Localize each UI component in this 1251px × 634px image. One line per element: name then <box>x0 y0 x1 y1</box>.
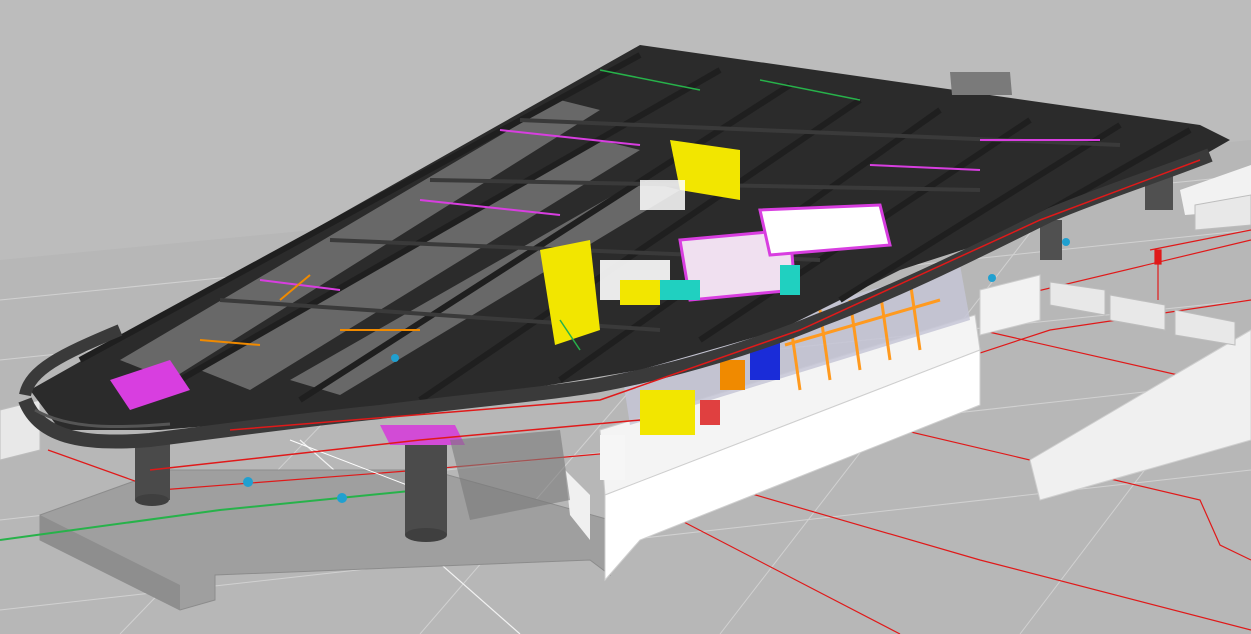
bim-3d-viewport[interactable] <box>0 0 1251 634</box>
bim-model-scene[interactable] <box>0 0 1251 634</box>
